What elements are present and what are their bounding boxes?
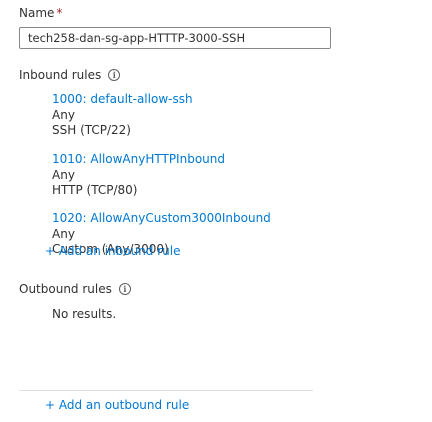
inbound-rule-link[interactable]: 1010: AllowAnyHTTPInbound: [52, 152, 225, 168]
inbound-rule-link[interactable]: 1020: AllowAnyCustom3000Inbound: [52, 211, 271, 227]
inbound-rule-source: Any: [52, 167, 75, 182]
outbound-rules-label-text: Outbound rules: [19, 282, 112, 296]
name-input[interactable]: [19, 27, 331, 49]
inbound-rules-label: Inbound rules i: [19, 68, 121, 82]
inbound-rule-service: SSH (TCP/22): [52, 123, 131, 137]
inbound-rule-source: Any: [52, 107, 75, 122]
info-icon[interactable]: i: [108, 69, 121, 81]
required-marker: *: [56, 6, 63, 20]
add-outbound-rule-link[interactable]: + Add an outbound rule: [45, 398, 189, 412]
name-label-text: Name: [19, 6, 55, 20]
outbound-no-results: No results.: [52, 307, 117, 321]
inbound-rule-1000: 1000: default-allow-ssh Any SSH (TCP/22): [52, 92, 193, 139]
divider: [19, 390, 313, 391]
info-icon[interactable]: i: [118, 283, 131, 295]
inbound-rule-link[interactable]: 1000: default-allow-ssh: [52, 92, 193, 108]
inbound-rule-1010: 1010: AllowAnyHTTPInbound Any HTTP (TCP/…: [52, 152, 225, 199]
outbound-rules-label: Outbound rules i: [19, 282, 131, 296]
inbound-rule-service: HTTP (TCP/80): [52, 183, 138, 197]
inbound-rule-source: Any: [52, 226, 75, 241]
name-field-label: Name *: [19, 6, 62, 20]
add-inbound-rule-link[interactable]: + Add an inbound rule: [45, 244, 181, 258]
inbound-rules-label-text: Inbound rules: [19, 68, 102, 82]
